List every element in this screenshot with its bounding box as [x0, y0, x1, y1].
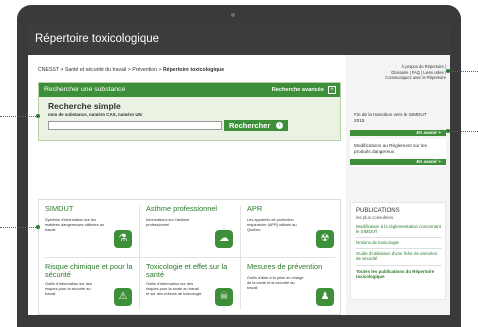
tile-title: Mesures de prévention: [247, 262, 323, 271]
callout-dot: [446, 69, 450, 73]
grid-divider: [139, 206, 140, 310]
search-panel: Rechercher une substance Recherche avanc…: [38, 82, 341, 141]
callout-dot: [446, 129, 450, 133]
tile-title: APR: [247, 204, 263, 213]
callout-dot: [36, 225, 40, 229]
breadcrumb-item-sst[interactable]: Santé et sécurité du travail: [65, 67, 126, 73]
breadcrumb-item-prevention[interactable]: Prévention: [132, 67, 157, 73]
search-input[interactable]: [48, 121, 222, 130]
tile-description: Outils d'aide à la prise en charge de la…: [247, 275, 304, 290]
tile-description: Outils d'information sur des risques pou…: [45, 281, 93, 296]
search-button-label: Rechercher: [229, 121, 271, 130]
tile-description: Outils d'information sur des risques pou…: [146, 281, 202, 296]
publications-subheading: les plus consultées: [356, 215, 394, 220]
news-box-reglement: Modifications au Règlement sur les produ…: [350, 139, 446, 167]
tile-description: Système d'information sur les matières d…: [45, 217, 105, 232]
category-grid: SIMDUT Système d'information sur les mat…: [38, 199, 341, 315]
tile-description: Informations sur l'asthme professionnel: [146, 217, 190, 227]
advanced-search-link[interactable]: Recherche avancée: [272, 87, 324, 93]
callout-line: [448, 71, 478, 72]
grid-divider: [240, 206, 241, 310]
search-panel-title: Rechercher une substance: [44, 86, 126, 93]
tile-apr[interactable]: APR Les appareils de protection respirat…: [241, 200, 341, 257]
publication-divider: [356, 237, 442, 238]
callout-line: [0, 227, 38, 228]
tile-title: Asthme professionnel: [146, 204, 218, 213]
lungs-icon: ☁: [215, 230, 233, 248]
news-text: Fin de la transition vers le SIMDUT 2015: [354, 112, 427, 123]
breadcrumb-separator: >: [158, 67, 162, 73]
tile-risque-chimique[interactable]: Risque chimique et pour la sécurité Outi…: [39, 258, 139, 315]
tile-simdut[interactable]: SIMDUT Système d'information sur les mat…: [39, 200, 139, 257]
breadcrumb-separator: >: [60, 67, 64, 73]
flask-icon: ⚗: [114, 230, 132, 248]
tile-title: SIMDUT: [45, 204, 74, 213]
camera-dot: [231, 13, 235, 17]
callout-dot: [36, 114, 40, 118]
publication-link[interactable]: Modification à la réglementation concern…: [356, 224, 442, 235]
learn-more-link[interactable]: En savoir +: [350, 159, 446, 165]
simple-search-heading: Recherche simple: [48, 101, 121, 111]
worker-icon: ♟: [316, 288, 334, 306]
browser-screen: Répertoire toxicologique CNESST > Santé …: [28, 25, 450, 315]
publications-box: PUBLICATIONS les plus consultées Modific…: [350, 202, 446, 300]
site-header: Répertoire toxicologique: [28, 25, 450, 55]
respirator-icon: ☢: [316, 230, 334, 248]
advanced-search-icon[interactable]: +: [328, 86, 336, 94]
simple-search-hint: nom de substance, numéro CAS, numéro UN: [48, 112, 142, 117]
tile-title: Toxicologie et effet sur la santé: [146, 262, 228, 279]
search-panel-header: Rechercher une substance Recherche avanc…: [39, 83, 340, 97]
breadcrumb-item-cnesst[interactable]: CNESST: [38, 67, 59, 73]
beaker-icon: ⚠: [114, 288, 132, 306]
go-arrow-icon: ›: [276, 122, 283, 129]
news-text: Modifications au Règlement sur les produ…: [354, 143, 427, 154]
search-button[interactable]: Rechercher ›: [224, 120, 288, 131]
page-title: Répertoire toxicologique: [35, 33, 160, 45]
publication-divider: [356, 265, 442, 266]
breadcrumb-separator: >: [127, 67, 131, 73]
page-body: CNESST > Santé et sécurité du travail > …: [28, 55, 450, 315]
tile-toxicologie[interactable]: Toxicologie et effet sur la santé Outils…: [140, 258, 240, 315]
callout-line: [0, 116, 38, 117]
skull-icon: ☠: [215, 288, 233, 306]
tile-title: Risque chimique et pour la sécurité: [45, 262, 133, 279]
news-box-transition: Fin de la transition vers le SIMDUT 2015…: [350, 108, 446, 138]
grid-divider: [45, 257, 335, 258]
breadcrumb-current: Répertoire toxicologique: [163, 67, 225, 73]
publication-divider: [356, 248, 442, 249]
utility-link-contact[interactable]: Communiquez avec le Répertoire: [350, 75, 446, 81]
breadcrumb: CNESST > Santé et sécurité du travail > …: [38, 67, 224, 73]
publication-link[interactable]: Notions de toxicologie: [356, 240, 442, 245]
publication-link[interactable]: Guide d'utilisation d'une fiche de donné…: [356, 251, 442, 262]
tile-asthme[interactable]: Asthme professionnel Informations sur l'…: [140, 200, 240, 257]
main-content: CNESST > Santé et sécurité du travail > …: [28, 55, 346, 315]
learn-more-link[interactable]: En savoir +: [350, 130, 446, 136]
publication-link-all[interactable]: Toutes les publications du Répertoire to…: [356, 269, 442, 280]
callout-line: [448, 131, 478, 132]
utility-links: À propos du Répertoire | Glossaire | FAQ…: [350, 64, 446, 81]
tile-mesures-prevention[interactable]: Mesures de prévention Outils d'aide à la…: [241, 258, 341, 315]
tile-description: Les appareils de protection respiratoire…: [247, 217, 297, 232]
publications-heading: PUBLICATIONS: [356, 208, 400, 214]
